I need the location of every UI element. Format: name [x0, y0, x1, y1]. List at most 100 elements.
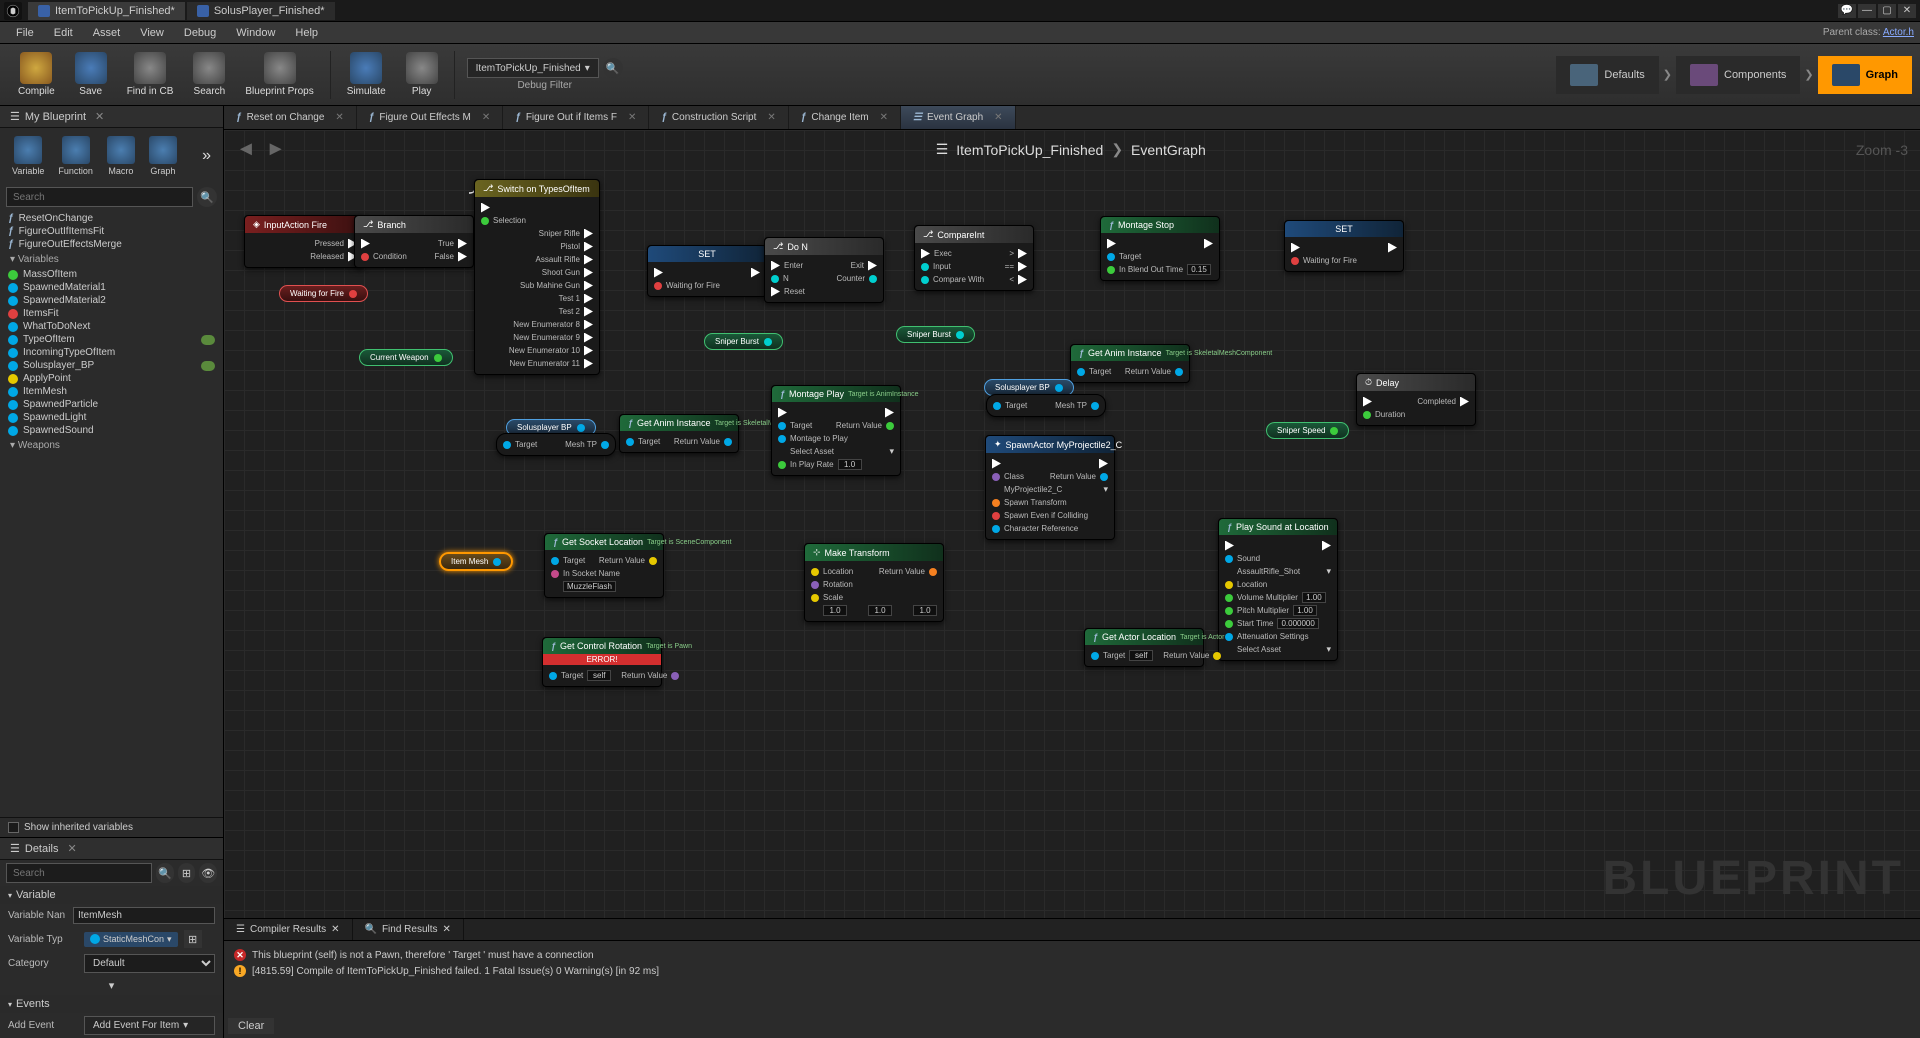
- node-delay[interactable]: ⏱ Delay Completed Duration: [1356, 373, 1476, 426]
- var-sniper-burst-2[interactable]: Sniper Burst: [896, 326, 975, 343]
- blueprint-props-button[interactable]: Blueprint Props: [235, 48, 323, 101]
- tree-variable[interactable]: Solusplayer_BP: [4, 359, 219, 372]
- node-get-anim-instance-1[interactable]: ƒ Get Anim InstanceTarget is SkeletalMes…: [1070, 344, 1190, 383]
- node-mesh-tp-2[interactable]: TargetMesh TP: [496, 433, 616, 456]
- blueprint-tree[interactable]: ƒResetOnChange ƒFigureOutIfItemsFit ƒFig…: [0, 210, 223, 817]
- compiler-results-tab[interactable]: ☰Compiler Results✕: [224, 919, 353, 940]
- back-arrow-icon[interactable]: ◄: [236, 138, 256, 161]
- node-mesh-tp-1[interactable]: TargetMesh TP: [986, 394, 1106, 417]
- node-play-sound[interactable]: ƒ Play Sound at Location Sound AssaultRi…: [1218, 518, 1338, 661]
- tree-variable[interactable]: ItemsFit: [4, 307, 219, 320]
- tree-func[interactable]: ƒResetOnChange: [4, 212, 219, 225]
- node-compareint[interactable]: ⎇ CompareInt Exec> Input== Compare With<: [914, 225, 1034, 291]
- tree-variable[interactable]: TypeOfItem: [4, 333, 219, 346]
- menu-file[interactable]: File: [6, 24, 44, 42]
- menu-debug[interactable]: Debug: [174, 24, 226, 42]
- find-in-cb-button[interactable]: Find in CB: [117, 48, 184, 101]
- simulate-button[interactable]: Simulate: [337, 48, 396, 101]
- minimize-button[interactable]: —: [1858, 4, 1876, 18]
- var-sniper-speed[interactable]: Sniper Speed: [1266, 422, 1349, 439]
- debug-filter-dropdown[interactable]: ItemToPickUp_Finished▾: [467, 58, 599, 78]
- add-macro-button[interactable]: Macro: [101, 134, 141, 178]
- details-tab[interactable]: ☰Details✕: [0, 838, 223, 860]
- close-icon[interactable]: ✕: [767, 112, 775, 123]
- add-variable-button[interactable]: Variable: [6, 134, 50, 178]
- my-blueprint-search[interactable]: [6, 187, 193, 207]
- close-icon[interactable]: ✕: [880, 112, 888, 123]
- variable-type-dropdown[interactable]: StaticMeshCon▾: [84, 932, 178, 947]
- tree-variable[interactable]: MassOfItem: [4, 268, 219, 281]
- function-tab[interactable]: ƒConstruction Script✕: [649, 106, 788, 129]
- expand-chevron-icon[interactable]: »: [202, 147, 217, 165]
- eye-icon[interactable]: 👁: [199, 863, 217, 883]
- play-button[interactable]: Play: [396, 48, 448, 101]
- save-button[interactable]: Save: [65, 48, 117, 101]
- tree-variable[interactable]: SpawnedMaterial1: [4, 281, 219, 294]
- menu-help[interactable]: Help: [285, 24, 328, 42]
- my-blueprint-tab[interactable]: ☰My Blueprint✕: [0, 106, 223, 128]
- tree-func[interactable]: ƒFigureOutEffectsMerge: [4, 238, 219, 251]
- visibility-icon[interactable]: [201, 361, 215, 371]
- function-tab[interactable]: ƒFigure Out Effects M✕: [357, 106, 503, 129]
- function-tab[interactable]: ƒChange Item✕: [789, 106, 901, 129]
- find-results-tab[interactable]: 🔍Find Results✕: [353, 919, 464, 940]
- nav-graph[interactable]: Graph: [1818, 56, 1912, 94]
- add-graph-button[interactable]: Graph: [143, 134, 183, 178]
- property-matrix-icon[interactable]: ⊞: [178, 863, 196, 883]
- menu-window[interactable]: Window: [226, 24, 285, 42]
- category-dropdown[interactable]: Default: [84, 954, 215, 973]
- function-tab[interactable]: ☰Event Graph✕: [901, 106, 1016, 129]
- nav-components[interactable]: Components: [1676, 56, 1800, 94]
- compile-button[interactable]: Compile: [8, 48, 65, 101]
- tree-variable[interactable]: SpawnedLight: [4, 411, 219, 424]
- search-icon[interactable]: 🔍: [197, 187, 217, 207]
- event-graph-canvas[interactable]: ◄ ► ☰ ItemToPickUp_Finished ❯ EventGraph…: [224, 130, 1920, 918]
- node-branch[interactable]: ⎇ Branch True ConditionFalse: [354, 215, 474, 268]
- tree-variable[interactable]: SpawnedSound: [4, 424, 219, 437]
- close-icon[interactable]: ✕: [331, 924, 339, 935]
- node-set-2[interactable]: SET Waiting for Fire: [1284, 220, 1404, 272]
- close-icon[interactable]: ✕: [68, 842, 77, 855]
- node-set-1[interactable]: SET Waiting for Fire: [647, 245, 767, 297]
- weapons-category[interactable]: ▾ Weapons: [4, 437, 219, 454]
- events-section[interactable]: Events: [0, 995, 223, 1013]
- close-icon[interactable]: ✕: [335, 112, 343, 123]
- notification-icon[interactable]: 💬: [1838, 4, 1856, 18]
- node-input-action-fire[interactable]: ◈ InputAction Fire Pressed Released: [244, 215, 364, 268]
- node-do-n[interactable]: ⎇ Do N EnterExit NCounter Reset: [764, 237, 884, 303]
- var-current-weapon[interactable]: Current Weapon: [359, 349, 453, 366]
- search-button[interactable]: Search: [183, 48, 235, 101]
- var-item-mesh[interactable]: Item Mesh: [439, 552, 513, 571]
- node-get-control-rotation[interactable]: ƒ Get Control RotationTarget is Pawn ERR…: [542, 637, 662, 687]
- tree-variable[interactable]: SpawnedParticle: [4, 398, 219, 411]
- tree-variable[interactable]: IncomingTypeOfItem: [4, 346, 219, 359]
- compiler-output[interactable]: ✕This blueprint (self) is not a Pawn, th…: [224, 941, 1920, 1014]
- var-waiting-for-fire[interactable]: Waiting for Fire: [279, 285, 368, 302]
- nav-defaults[interactable]: Defaults: [1556, 56, 1658, 94]
- maximize-button[interactable]: ▢: [1878, 4, 1896, 18]
- node-make-transform[interactable]: ⊹ Make Transform LocationReturn Value Ro…: [804, 543, 944, 622]
- show-inherited-checkbox[interactable]: [8, 822, 19, 833]
- add-event-dropdown[interactable]: Add Event For Item▾: [84, 1016, 215, 1035]
- search-icon[interactable]: 🔍: [156, 863, 174, 883]
- menu-asset[interactable]: Asset: [83, 24, 131, 42]
- tree-variable[interactable]: ItemMesh: [4, 385, 219, 398]
- node-get-anim-instance-2[interactable]: ƒ Get Anim InstanceTarget is SkeletalMes…: [619, 414, 739, 453]
- function-tab[interactable]: ƒFigure Out if Items F✕: [503, 106, 649, 129]
- node-montage-stop[interactable]: ƒ Montage Stop Target In Blend Out Time0…: [1100, 216, 1220, 281]
- parent-class-link[interactable]: Actor.h: [1883, 27, 1914, 38]
- close-icon[interactable]: ✕: [95, 110, 104, 123]
- details-search[interactable]: [6, 863, 152, 883]
- debug-search-icon[interactable]: 🔍: [603, 58, 623, 78]
- editor-tab-0[interactable]: ItemToPickUp_Finished*: [28, 2, 185, 20]
- node-spawn-actor[interactable]: ✦ SpawnActor MyProjectile2_C ClassReturn…: [985, 435, 1115, 540]
- var-sniper-burst-1[interactable]: Sniper Burst: [704, 333, 783, 350]
- array-toggle-icon[interactable]: ⊞: [184, 930, 202, 948]
- close-icon[interactable]: ✕: [482, 112, 490, 123]
- close-icon[interactable]: ✕: [443, 924, 451, 935]
- node-switch-on-types[interactable]: ⎇ Switch on TypesOfItem Selection Sniper…: [474, 179, 600, 375]
- variable-name-field[interactable]: [73, 907, 215, 924]
- variables-category[interactable]: ▾ Variables: [4, 251, 219, 268]
- editor-tab-1[interactable]: SolusPlayer_Finished*: [187, 2, 335, 20]
- close-button[interactable]: ✕: [1898, 4, 1916, 18]
